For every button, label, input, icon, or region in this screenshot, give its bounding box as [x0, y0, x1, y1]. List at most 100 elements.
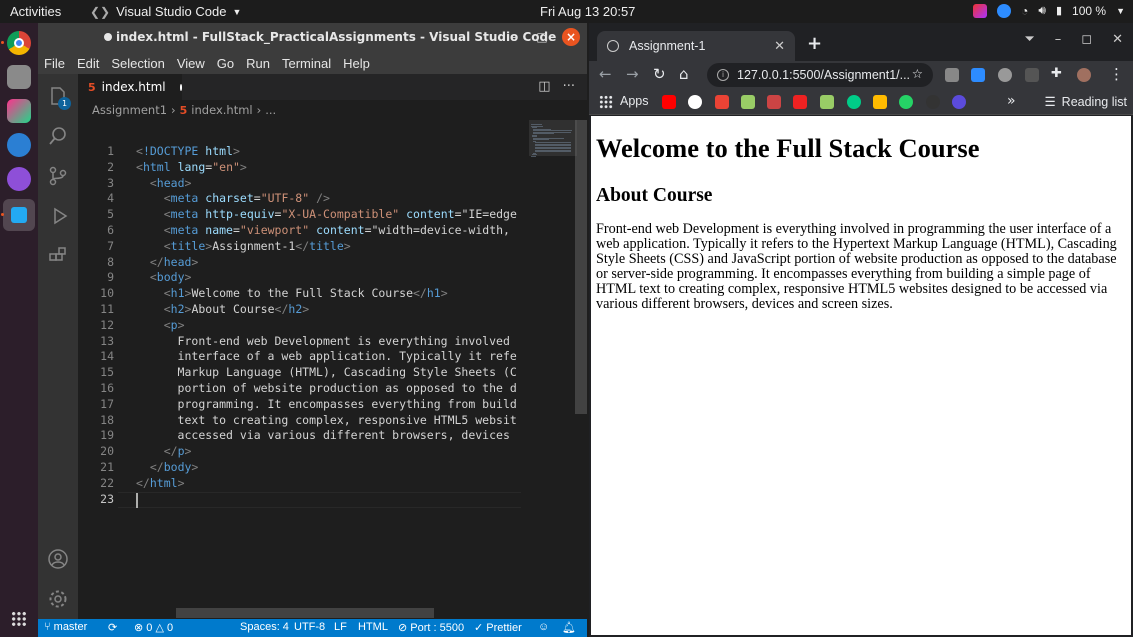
menu-help[interactable]: Help [343, 56, 370, 71]
code-line[interactable]: <head> [136, 176, 192, 192]
code-line[interactable]: <h2>About Course</h2> [136, 302, 309, 318]
volume-icon[interactable]: 🔊︎ [1038, 3, 1046, 18]
android-bookmark-icon[interactable] [741, 95, 755, 109]
wifi-icon[interactable]: ◔ [1021, 4, 1028, 18]
chrome-menu-icon[interactable]: ⋮ [1109, 65, 1124, 83]
code-line[interactable]: <!DOCTYPE html> [136, 144, 240, 160]
menu-go[interactable]: Go [217, 56, 234, 71]
more-actions-icon[interactable]: ··· [563, 79, 575, 94]
zoom-extension-icon[interactable] [971, 68, 985, 82]
breadcrumb-file[interactable]: index.html [191, 103, 252, 117]
code-line[interactable]: programming. It encompasses everything f… [136, 397, 517, 413]
code-line[interactable]: <h1>Welcome to the Full Stack Course</h1… [136, 286, 448, 302]
git-branch[interactable]: ⑂ master [44, 621, 87, 633]
chrome-icon[interactable] [7, 31, 31, 55]
code-line[interactable]: interface of a web application. Typicall… [136, 349, 517, 365]
end-of-line[interactable]: LF [334, 621, 347, 633]
unsaved-dot-icon[interactable] [179, 83, 182, 91]
battery-icon[interactable]: ▮ [1056, 4, 1062, 17]
run-debug-icon[interactable] [38, 196, 78, 236]
tab-close-icon[interactable]: ✕ [774, 38, 785, 54]
vertical-scrollbar[interactable] [575, 120, 587, 619]
power-menu-chevron-icon[interactable]: ▼ [1116, 6, 1125, 16]
zoom-icon[interactable] [997, 3, 1012, 18]
forward-arrow-icon[interactable]: → [626, 65, 639, 83]
close-icon[interactable]: ✕ [1112, 32, 1123, 47]
jetbrains-icon[interactable] [7, 99, 31, 123]
home-icon[interactable]: ⌂ [679, 65, 689, 83]
vscode-dock-icon[interactable] [3, 199, 35, 231]
extension-icon-3[interactable] [998, 68, 1012, 82]
site-info-icon[interactable]: i [717, 69, 729, 81]
code-line[interactable]: </head> [136, 255, 199, 271]
encoding[interactable]: UTF-8 [294, 621, 325, 633]
explorer-icon[interactable]: 1 [38, 76, 78, 116]
search-icon[interactable] [38, 116, 78, 156]
apps-grid-icon[interactable] [599, 95, 613, 109]
gmail-bookmark-icon[interactable] [715, 95, 729, 109]
extensions-puzzle-icon[interactable]: ✚ [1051, 66, 1065, 81]
code-line[interactable]: </html> [136, 476, 185, 492]
github-bookmark-icon[interactable] [688, 95, 702, 109]
code-line[interactable]: <title>Assignment-1</title> [136, 239, 351, 255]
c-app-bookmark-icon[interactable] [952, 95, 966, 109]
gmail-bookmark-icon-2[interactable] [767, 95, 781, 109]
code-line[interactable]: <p> [136, 318, 185, 334]
clock[interactable]: Fri Aug 13 20:57 [540, 4, 635, 19]
code-line[interactable]: </p> [136, 444, 192, 460]
minimize-icon[interactable]: – [1055, 32, 1062, 47]
app-purple-icon[interactable] [7, 167, 31, 191]
source-control-icon[interactable] [38, 156, 78, 196]
profile-avatar[interactable] [1077, 68, 1091, 82]
show-applications-icon[interactable] [11, 611, 27, 627]
android-bookmark-icon-2[interactable] [820, 95, 834, 109]
accounts-icon[interactable] [38, 539, 78, 579]
photos-bookmark-icon[interactable] [873, 95, 887, 109]
app-indicator-icon[interactable] [973, 3, 988, 18]
code-line[interactable]: Front-end web Development is everything … [136, 334, 517, 350]
code-line[interactable]: <meta name="viewport" content="width=dev… [136, 223, 517, 239]
extensions-icon[interactable] [38, 236, 78, 276]
menu-terminal[interactable]: Terminal [282, 56, 331, 71]
maximize-icon[interactable]: □ [533, 28, 551, 46]
close-icon[interactable]: × [562, 28, 580, 46]
code-line[interactable]: </body> [136, 460, 199, 476]
dark-app-bookmark-icon[interactable] [926, 95, 940, 109]
bookmark-star-icon[interactable]: ☆ [912, 66, 923, 81]
extension-icon-1[interactable] [945, 68, 959, 82]
system-tray[interactable]: ◔ 🔊︎ ▮ 100 % ▼ [973, 3, 1125, 18]
tab-index-html[interactable]: 5 index.html [78, 74, 182, 100]
code-line[interactable]: text to creating complex, responsive HTM… [136, 413, 517, 429]
feedback-icon[interactable]: ☺ [538, 621, 549, 633]
prettier-status[interactable]: ✓ Prettier [474, 621, 522, 634]
maximize-icon[interactable]: ◻ [1081, 32, 1092, 47]
code-line[interactable]: <body> [136, 270, 192, 286]
menu-run[interactable]: Run [246, 56, 270, 71]
split-editor-icon[interactable]: ◫ [538, 79, 550, 94]
youtube-bookmark-icon[interactable] [662, 95, 676, 109]
minimize-icon[interactable]: – [506, 28, 524, 46]
code-line[interactable]: <html lang="en"> [136, 160, 247, 176]
breadcrumb-symbol[interactable]: ... [265, 103, 276, 117]
horizontal-scrollbar[interactable] [176, 608, 434, 618]
code-line[interactable]: accessed via various different browsers,… [136, 428, 517, 444]
problems-indicator[interactable]: ⊗ 0 △ 0 [134, 621, 173, 634]
code-line[interactable]: <meta http-equiv="X-UA-Compatible" conte… [136, 207, 517, 223]
reading-list-button[interactable]: ☰ Reading list [1044, 94, 1127, 110]
scrollbar-thumb[interactable] [575, 120, 587, 414]
browser-tab[interactable]: Assignment-1 ✕ [597, 31, 795, 61]
indentation[interactable]: Spaces: 4 [240, 621, 289, 633]
shopping-extension-icon[interactable] [1025, 68, 1039, 82]
whatsapp-bookmark-icon[interactable] [899, 95, 913, 109]
more-bookmarks-chevron-icon[interactable]: » [1007, 93, 1016, 109]
sync-icon[interactable]: ⟳ [108, 621, 117, 634]
code-editor[interactable]: 1 2 3 4 5 6 7 8 9 10 11 12 13 14 15 16 17 18 19 20 21 22 23 <!… [78, 120, 587, 619]
new-tab-button[interactable]: + [807, 33, 822, 54]
green-app-bookmark-icon[interactable] [847, 95, 861, 109]
files-icon[interactable] [7, 65, 31, 89]
app-n-icon[interactable] [7, 133, 31, 157]
menu-selection[interactable]: Selection [111, 56, 164, 71]
apps-label[interactable]: Apps [620, 94, 649, 108]
notifications-bell-icon[interactable]: 🔔︎ [562, 621, 576, 634]
app-menu[interactable]: ❮❯ Visual Studio Code ▼ [90, 4, 241, 19]
